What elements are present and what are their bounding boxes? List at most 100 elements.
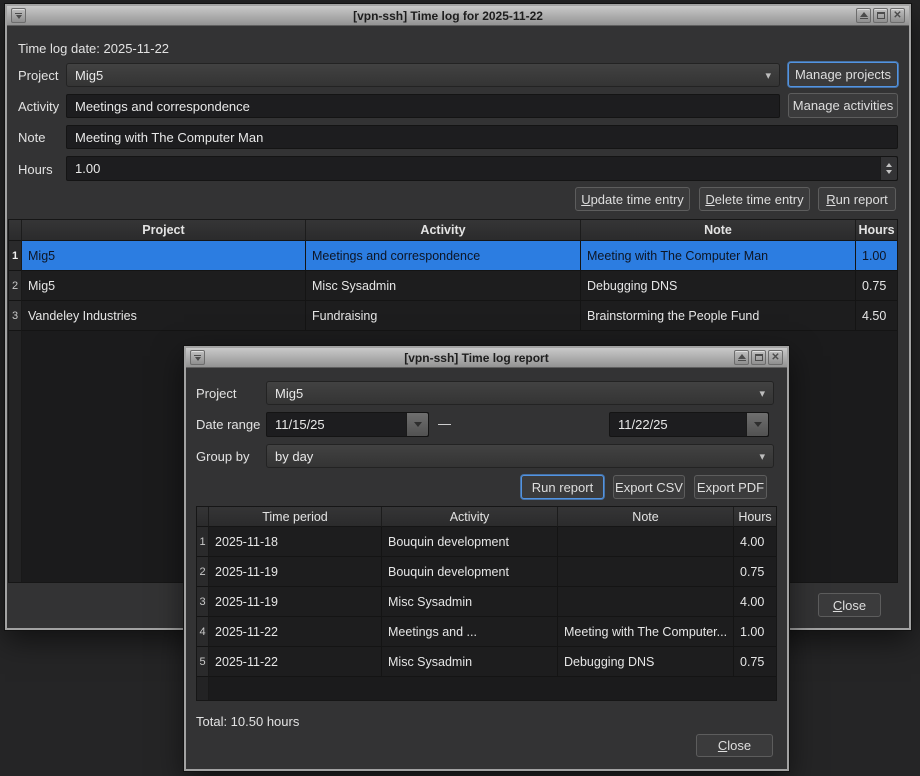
cell-time-period[interactable]: 2025-11-22	[209, 647, 382, 677]
table-header-project[interactable]: Project	[22, 220, 306, 241]
table-header-note[interactable]: Note	[558, 507, 734, 527]
total-hours-label: Total: 10.50 hours	[196, 714, 299, 729]
main-close-button[interactable]: Close	[818, 593, 881, 617]
table-header-hours[interactable]: Hours	[856, 220, 897, 241]
shade-button[interactable]	[856, 8, 871, 23]
project-combobox[interactable]: Mig5 ▾	[66, 63, 780, 87]
report-table-row[interactable]: 2 2025-11-19 Bouquin development 0.75	[197, 557, 776, 587]
run-report-button[interactable]: Run report	[818, 187, 896, 211]
date-from-dropdown-button[interactable]	[406, 413, 428, 436]
delete-time-entry-button[interactable]: Delete time entry	[699, 187, 810, 211]
hours-input[interactable]	[66, 156, 898, 181]
cell-time-period[interactable]: 2025-11-22	[209, 617, 382, 647]
cell-activity[interactable]: Bouquin development	[382, 527, 558, 557]
cell-note[interactable]	[558, 527, 734, 557]
cell-time-period[interactable]: 2025-11-19	[209, 557, 382, 587]
main-titlebar[interactable]: [vpn-ssh] Time log for 2025-11-22 ✕	[7, 6, 909, 26]
row-number[interactable]: 3	[197, 587, 209, 617]
dialog-shade-button[interactable]	[734, 350, 749, 365]
row-number[interactable]: 4	[197, 617, 209, 647]
cell-project[interactable]: Mig5	[22, 241, 306, 271]
dialog-run-report-button[interactable]: Run report	[521, 475, 604, 499]
table-row[interactable]: 3 Vandeley Industries Fundraising Brains…	[9, 301, 897, 331]
cell-hours[interactable]: 0.75	[734, 557, 776, 587]
table-header-corner	[197, 507, 209, 527]
table-header-hours[interactable]: Hours	[734, 507, 776, 527]
cell-hours[interactable]: 1.00	[856, 241, 897, 271]
dialog-window-close-button[interactable]: ✕	[768, 350, 783, 365]
cell-activity[interactable]: Misc Sysadmin	[382, 647, 558, 677]
cell-note[interactable]: Debugging DNS	[581, 271, 856, 301]
table-header-activity[interactable]: Activity	[382, 507, 558, 527]
report-table-row[interactable]: 4 2025-11-22 Meetings and ... Meeting wi…	[197, 617, 776, 647]
dialog-maximize-button[interactable]	[751, 350, 766, 365]
cell-activity[interactable]: Meetings and correspondence	[306, 241, 581, 271]
export-csv-button[interactable]: Export CSV	[613, 475, 685, 499]
update-time-entry-button[interactable]: Update time entry	[575, 187, 690, 211]
cell-activity[interactable]: Misc Sysadmin	[382, 587, 558, 617]
row-number-strip	[197, 677, 209, 700]
cell-activity[interactable]: Bouquin development	[382, 557, 558, 587]
cell-hours[interactable]: 1.00	[734, 617, 776, 647]
group-by-combobox[interactable]: by day ▾	[266, 444, 774, 468]
activity-input[interactable]	[66, 94, 780, 118]
cell-hours[interactable]: 4.00	[734, 587, 776, 617]
maximize-icon	[755, 354, 763, 361]
report-table-row[interactable]: 1 2025-11-18 Bouquin development 4.00	[197, 527, 776, 557]
row-number[interactable]: 2	[197, 557, 209, 587]
cell-time-period[interactable]: 2025-11-18	[209, 527, 382, 557]
report-project-combobox[interactable]: Mig5 ▾	[266, 381, 774, 405]
cell-hours[interactable]: 0.75	[734, 647, 776, 677]
report-table-row[interactable]: 3 2025-11-19 Misc Sysadmin 4.00	[197, 587, 776, 617]
date-from-picker[interactable]: 11/15/25	[266, 412, 429, 437]
cell-project[interactable]: Mig5	[22, 271, 306, 301]
note-label: Note	[18, 130, 45, 145]
table-row[interactable]: 1 Mig5 Meetings and correspondence Meeti…	[9, 241, 897, 271]
cell-activity[interactable]: Meetings and ...	[382, 617, 558, 647]
window-close-button[interactable]: ✕	[890, 8, 905, 23]
cell-hours[interactable]: 4.00	[734, 527, 776, 557]
dialog-window-menu-button[interactable]	[190, 350, 205, 365]
row-number[interactable]: 1	[197, 527, 209, 557]
cell-note[interactable]: Meeting with The Computer...	[558, 617, 734, 647]
report-table-row[interactable]: 5 2025-11-22 Misc Sysadmin Debugging DNS…	[197, 647, 776, 677]
cell-activity[interactable]: Fundraising	[306, 301, 581, 331]
activity-label: Activity	[18, 99, 59, 114]
date-to-dropdown-button[interactable]	[746, 413, 768, 436]
cell-note[interactable]: Debugging DNS	[558, 647, 734, 677]
project-combobox-value: Mig5	[75, 68, 103, 83]
cell-note[interactable]: Brainstorming the People Fund	[581, 301, 856, 331]
dialog-client-area: Project Mig5 ▾ Date range 11/15/25 — 11/…	[186, 368, 787, 769]
table-header-note[interactable]: Note	[581, 220, 856, 241]
table-row[interactable]: 2 Mig5 Misc Sysadmin Debugging DNS 0.75	[9, 271, 897, 301]
report-project-label: Project	[196, 386, 236, 401]
window-menu-button[interactable]	[11, 8, 26, 23]
dialog-titlebar[interactable]: [vpn-ssh] Time log report ✕	[186, 348, 787, 368]
manage-projects-button[interactable]: Manage projects	[788, 62, 898, 87]
cell-activity[interactable]: Misc Sysadmin	[306, 271, 581, 301]
row-number[interactable]: 1	[9, 241, 22, 271]
table-header-activity[interactable]: Activity	[306, 220, 581, 241]
maximize-icon	[877, 12, 885, 19]
export-pdf-button[interactable]: Export PDF	[694, 475, 767, 499]
table-header-time-period[interactable]: Time period	[209, 507, 382, 527]
cell-time-period[interactable]: 2025-11-19	[209, 587, 382, 617]
main-window-title: [vpn-ssh] Time log for 2025-11-22	[47, 6, 849, 26]
cell-note[interactable]	[558, 557, 734, 587]
row-number[interactable]: 3	[9, 301, 22, 331]
cell-note[interactable]	[558, 587, 734, 617]
date-to-picker[interactable]: 11/22/25	[609, 412, 769, 437]
dialog-close-button[interactable]: Close	[696, 734, 773, 757]
cell-hours[interactable]: 4.50	[856, 301, 897, 331]
row-number[interactable]: 5	[197, 647, 209, 677]
chevron-down-icon: ▾	[765, 69, 771, 82]
note-input[interactable]	[66, 125, 898, 149]
cell-note[interactable]: Meeting with The Computer Man	[581, 241, 856, 271]
maximize-button[interactable]	[873, 8, 888, 23]
manage-activities-button[interactable]: Manage activities	[788, 93, 898, 118]
cell-project[interactable]: Vandeley Industries	[22, 301, 306, 331]
hours-spinbox	[66, 156, 898, 181]
row-number[interactable]: 2	[9, 271, 22, 301]
hours-stepper[interactable]	[880, 157, 897, 180]
cell-hours[interactable]: 0.75	[856, 271, 897, 301]
